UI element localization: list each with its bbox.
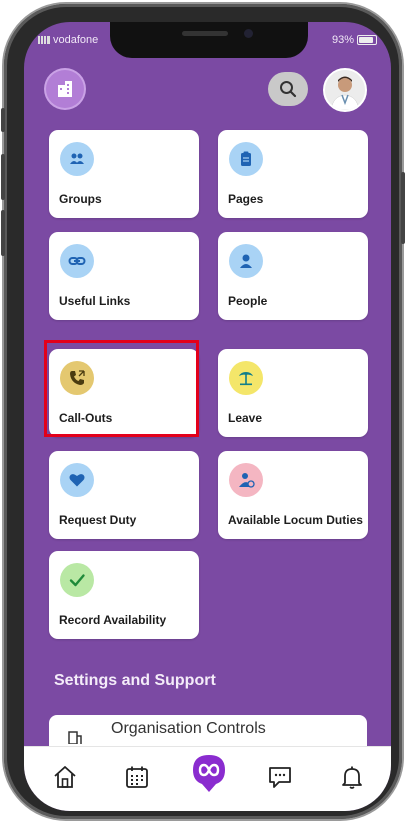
highlight-box bbox=[44, 340, 199, 437]
tile-useful-links-label: Useful Links bbox=[59, 294, 131, 308]
link-icon bbox=[60, 244, 94, 278]
tile-leave-label: Leave bbox=[228, 411, 263, 425]
doctor-avatar-icon bbox=[325, 70, 365, 110]
person-icon bbox=[229, 244, 263, 278]
tile-people-label: People bbox=[228, 294, 268, 308]
mute-switch bbox=[1, 108, 5, 132]
notch bbox=[110, 22, 308, 58]
app-screen: vodafone 93% Groups Pages Useful Links P… bbox=[24, 22, 391, 811]
status-left: vodafone bbox=[38, 34, 98, 46]
power-button bbox=[401, 172, 405, 244]
volume-down-button bbox=[1, 210, 5, 256]
tile-request-duty[interactable]: Request Duty bbox=[49, 451, 199, 539]
battery-icon bbox=[357, 35, 377, 46]
tile-people[interactable]: People bbox=[218, 232, 368, 320]
palm-tree-icon bbox=[229, 361, 263, 395]
calendar-tab[interactable] bbox=[120, 760, 154, 794]
battery-label: 93% bbox=[331, 34, 354, 46]
bell-icon bbox=[342, 766, 362, 789]
tile-pages-label: Pages bbox=[228, 192, 264, 206]
infinity-icon[interactable] bbox=[191, 752, 227, 794]
heart-icon bbox=[60, 463, 94, 497]
tile-leave[interactable]: Leave bbox=[218, 349, 368, 437]
tile-groups-label: Groups bbox=[59, 192, 102, 206]
search-icon bbox=[280, 81, 297, 98]
home-icon bbox=[54, 766, 76, 788]
camera bbox=[244, 29, 253, 38]
check-icon bbox=[60, 563, 94, 597]
chat-tab[interactable] bbox=[263, 760, 297, 794]
groups-icon bbox=[60, 142, 94, 176]
tile-useful-links[interactable]: Useful Links bbox=[49, 232, 199, 320]
speaker bbox=[182, 31, 228, 36]
locum-person-icon bbox=[229, 463, 263, 497]
search-button[interactable] bbox=[268, 72, 308, 106]
home-tab[interactable] bbox=[48, 760, 82, 794]
bottom-tab-bar bbox=[24, 746, 391, 811]
volume-up-button bbox=[1, 154, 5, 200]
buildings-icon[interactable] bbox=[46, 70, 84, 108]
organisation-controls-label: Organisation Controls bbox=[111, 720, 266, 737]
building-icon bbox=[68, 731, 82, 744]
clipboard-icon bbox=[229, 142, 263, 176]
calendar-icon bbox=[126, 766, 148, 788]
tile-record-availability-label: Record Availability bbox=[59, 613, 167, 627]
tile-record-availability[interactable]: Record Availability bbox=[49, 551, 199, 639]
tile-request-duty-label: Request Duty bbox=[59, 513, 137, 527]
status-right: 93% bbox=[332, 34, 377, 46]
phone-frame: vodafone 93% Groups Pages Useful Links P… bbox=[1, 4, 405, 819]
notifications-tab[interactable] bbox=[335, 760, 369, 794]
settings-section-title: Settings and Support bbox=[54, 672, 216, 689]
carrier-label: vodafone bbox=[53, 34, 99, 46]
signal-icon bbox=[38, 36, 50, 45]
tile-groups[interactable]: Groups bbox=[49, 130, 199, 218]
tile-available-locum-duties[interactable]: Available Locum Duties bbox=[218, 451, 368, 539]
tile-available-locum-duties-label: Available Locum Duties bbox=[228, 513, 363, 527]
tile-pages[interactable]: Pages bbox=[218, 130, 368, 218]
chat-icon bbox=[269, 767, 291, 788]
avatar[interactable] bbox=[323, 68, 367, 112]
